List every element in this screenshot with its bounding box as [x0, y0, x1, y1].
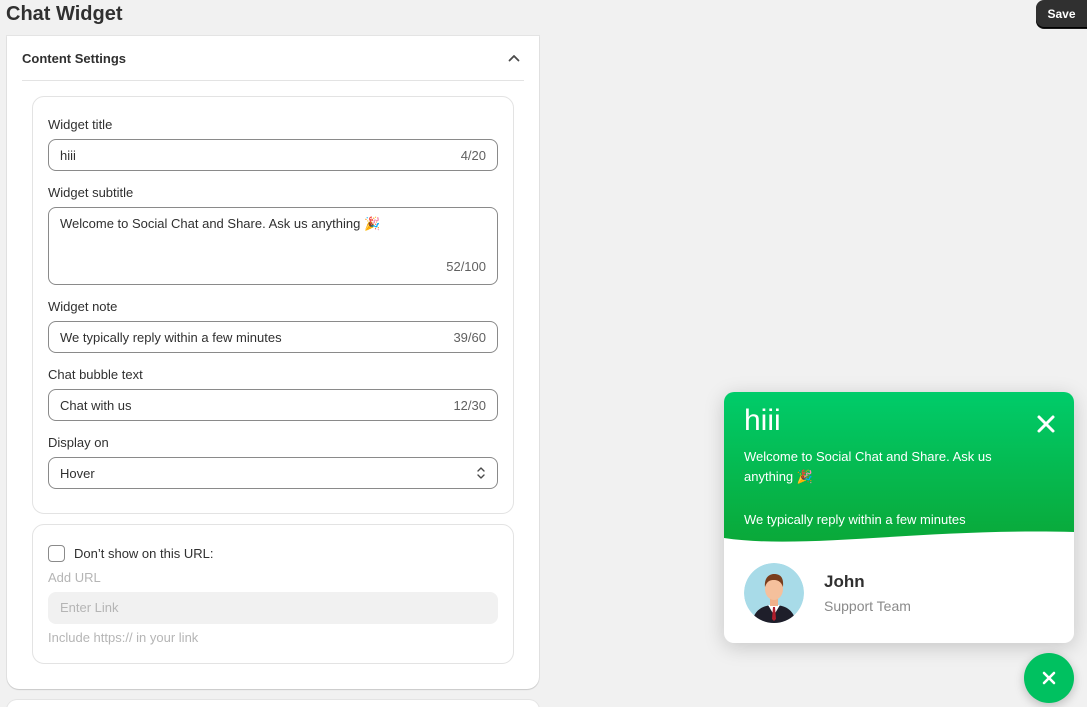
bubble-text-label: Chat bubble text: [48, 367, 143, 382]
content-settings-card: Content Settings Widget title hiii 4/20 …: [7, 36, 539, 689]
widget-header: hiii Welcome to Social Chat and Share. A…: [724, 392, 1074, 544]
close-icon: [1042, 671, 1056, 685]
widget-note-value: We typically reply within a few minutes: [60, 330, 282, 345]
widget-note-label: Widget note: [48, 299, 118, 314]
url-exclusion-box: Don’t show on this URL: Add URL Enter Li…: [32, 524, 514, 664]
bubble-text-counter: 12/30: [453, 398, 486, 413]
widget-title-input[interactable]: hiii 4/20: [48, 139, 498, 171]
chat-toggle-button[interactable]: [1024, 653, 1074, 703]
display-on-label: Display on: [48, 435, 109, 450]
section-title: Content Settings: [22, 50, 126, 66]
widget-preview-note: We typically reply within a few minutes: [744, 512, 966, 527]
display-on-select[interactable]: Hover: [48, 457, 498, 489]
widget-note-input[interactable]: We typically reply within a few minutes …: [48, 321, 498, 353]
content-settings-header[interactable]: Content Settings: [22, 36, 524, 81]
widget-preview-subtitle: Welcome to Social Chat and Share. Ask us…: [744, 449, 992, 484]
widget-subtitle-counter: 52/100: [446, 259, 486, 274]
close-icon[interactable]: [1034, 412, 1058, 436]
select-arrows-icon: [476, 465, 486, 484]
page-title: Chat Widget: [6, 3, 123, 25]
display-on-value: Hover: [60, 466, 95, 481]
add-url-label: Add URL: [48, 570, 101, 585]
widget-subtitle-textarea[interactable]: Welcome to Social Chat and Share. Ask us…: [48, 207, 498, 285]
chevron-up-icon[interactable]: [506, 50, 522, 66]
agent-role: Support Team: [824, 598, 911, 614]
widget-subtitle-label: Widget subtitle: [48, 185, 134, 200]
bubble-text-input[interactable]: Chat with us 12/30: [48, 389, 498, 421]
save-button[interactable]: Save: [1036, 0, 1087, 28]
url-help-text: Include https:// in your link: [48, 630, 199, 645]
bubble-text-value: Chat with us: [60, 398, 132, 413]
content-fields-box: Widget title hiii 4/20 Widget subtitle W…: [32, 96, 514, 514]
widget-title-counter: 4/20: [460, 148, 486, 163]
url-input-placeholder: Enter Link: [60, 600, 119, 615]
widget-note-counter: 39/60: [453, 330, 486, 345]
widget-title-value: hiii: [60, 148, 76, 163]
next-settings-card: [7, 700, 539, 707]
widget-subtitle-value: Welcome to Social Chat and Share. Ask us…: [60, 216, 381, 231]
dont-show-checkbox[interactable]: [48, 545, 65, 562]
chat-widget-preview: hiii Welcome to Social Chat and Share. A…: [724, 392, 1074, 643]
widget-preview-title: hiii: [744, 404, 781, 437]
agent-name: John: [824, 572, 865, 591]
widget-title-label: Widget title: [48, 117, 113, 132]
url-input: Enter Link: [48, 592, 498, 624]
agent-card[interactable]: John Support Team: [724, 544, 1074, 643]
avatar: [744, 563, 804, 623]
dont-show-label: Don’t show on this URL:: [74, 546, 214, 561]
